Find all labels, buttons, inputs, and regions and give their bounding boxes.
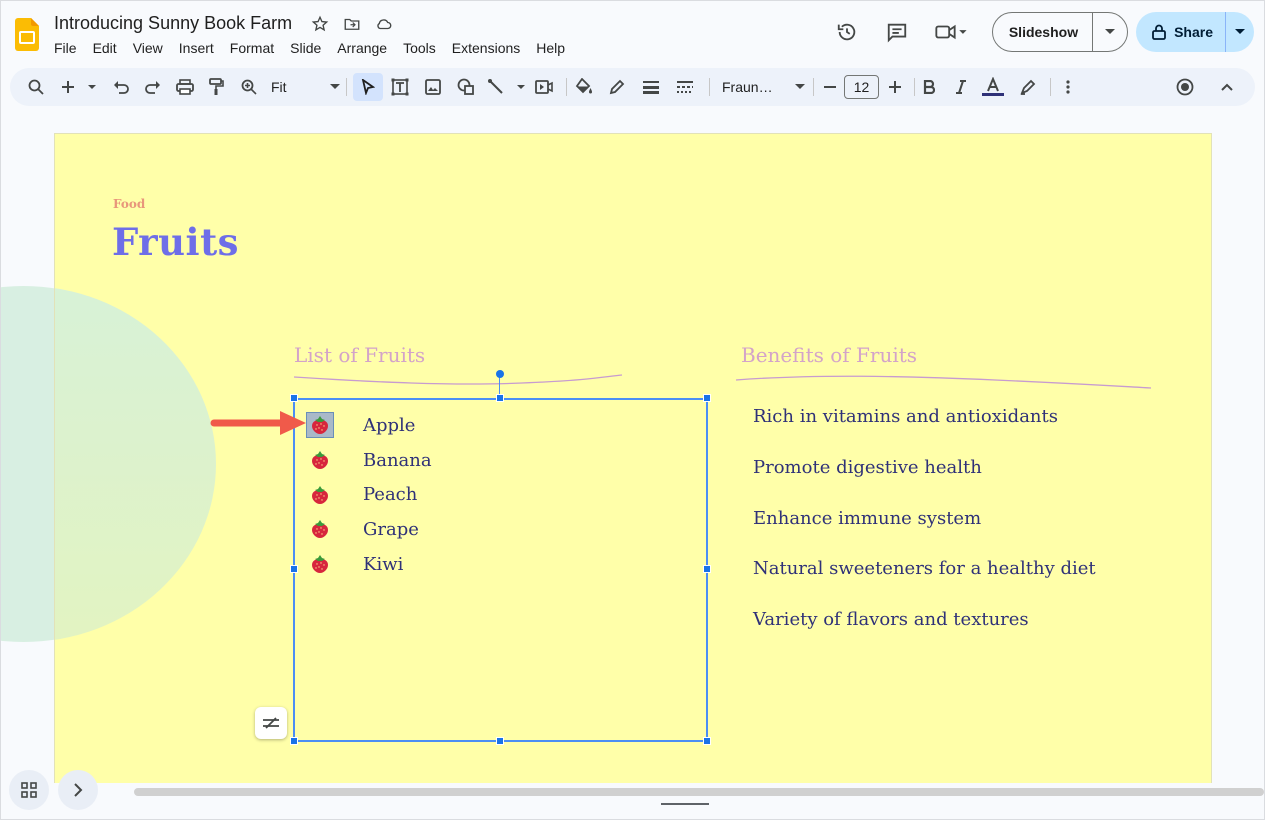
menu-insert[interactable]: Insert: [179, 40, 214, 56]
collapse-toolbar-icon[interactable]: [1214, 73, 1240, 101]
slide-title[interactable]: Fruits: [112, 220, 239, 264]
expand-filmstrip-icon[interactable]: [58, 770, 98, 810]
border-dash-icon[interactable]: [672, 73, 698, 101]
benefit-item[interactable]: Enhance immune system: [753, 508, 1096, 559]
meet-icon[interactable]: [928, 12, 974, 52]
resize-handle-se[interactable]: [703, 737, 711, 745]
resize-handle-w[interactable]: [290, 565, 298, 573]
menu-help[interactable]: Help: [536, 40, 565, 56]
comments-icon[interactable]: [878, 12, 916, 52]
annotation-arrow-icon: [210, 411, 306, 435]
slideshow-button[interactable]: Slideshow: [993, 13, 1094, 51]
benefits-list[interactable]: Rich in vitamins and antioxidants Promot…: [753, 406, 1096, 660]
text-box-icon[interactable]: [387, 73, 413, 101]
speaker-notes-toggle-icon[interactable]: [255, 707, 287, 739]
slide[interactable]: Food Fruits List of Fruits Benefits of F…: [54, 133, 1212, 783]
line-icon[interactable]: [485, 73, 527, 101]
list-heading-underline: [293, 374, 623, 385]
image-icon[interactable]: [420, 73, 446, 101]
menu-extensions[interactable]: Extensions: [452, 40, 520, 56]
version-history-icon[interactable]: [828, 12, 866, 52]
font-family-select[interactable]: Fraun…: [717, 73, 805, 101]
cloud-saved-icon[interactable]: [373, 13, 395, 35]
menu-format[interactable]: Format: [230, 40, 274, 56]
slide-canvas[interactable]: Food Fruits List of Fruits Benefits of F…: [1, 113, 1264, 783]
border-color-icon[interactable]: [604, 73, 630, 101]
font-family-value: Fraun…: [722, 79, 773, 95]
benefits-heading[interactable]: Benefits of Fruits: [741, 343, 917, 367]
move-folder-icon[interactable]: [341, 13, 363, 35]
menu-file[interactable]: File: [54, 40, 77, 56]
resize-handle-n[interactable]: [496, 394, 504, 402]
grid-view-icon[interactable]: [9, 770, 49, 810]
document-title[interactable]: Introducing Sunny Book Farm: [54, 13, 292, 34]
menu-view[interactable]: View: [133, 40, 163, 56]
border-weight-icon[interactable]: [638, 73, 664, 101]
resize-handle-e[interactable]: [703, 565, 711, 573]
lock-icon: [1152, 24, 1166, 40]
benefit-item[interactable]: Promote digestive health: [753, 457, 1096, 508]
notes-drag-handle[interactable]: [661, 803, 709, 805]
menu-tools[interactable]: Tools: [403, 40, 436, 56]
resize-handle-s[interactable]: [496, 737, 504, 745]
select-icon[interactable]: [353, 73, 383, 101]
paint-format-icon[interactable]: [203, 73, 229, 101]
video-icon[interactable]: [531, 73, 557, 101]
shape-icon[interactable]: [453, 73, 479, 101]
fill-color-icon[interactable]: [571, 73, 597, 101]
star-icon[interactable]: [309, 13, 331, 35]
resize-handle-nw[interactable]: [290, 394, 298, 402]
increase-font-size-icon[interactable]: [883, 73, 907, 101]
slide-kicker[interactable]: Food: [113, 197, 145, 211]
zoom-select[interactable]: Fit: [268, 73, 340, 101]
new-slide-icon[interactable]: [57, 73, 99, 101]
menu-arrange[interactable]: Arrange: [337, 40, 387, 56]
record-icon[interactable]: [1172, 73, 1198, 101]
rotate-handle[interactable]: [496, 370, 504, 378]
decorative-circle[interactable]: [55, 286, 216, 642]
slides-logo-icon[interactable]: [15, 18, 39, 51]
chevron-down-icon: [795, 84, 805, 89]
menu-slide[interactable]: Slide: [290, 40, 321, 56]
undo-icon[interactable]: [108, 73, 134, 101]
decrease-font-size-icon[interactable]: [818, 73, 842, 101]
toolbar: Fit Fraun… 12: [10, 68, 1255, 106]
benefit-item[interactable]: Variety of flavors and textures: [753, 609, 1096, 660]
highlight-icon[interactable]: [1015, 73, 1041, 101]
zoom-icon[interactable]: [236, 73, 262, 101]
menu-edit[interactable]: Edit: [93, 40, 117, 56]
list-heading[interactable]: List of Fruits: [294, 343, 425, 367]
horizontal-scrollbar[interactable]: [134, 788, 1264, 796]
benefit-item[interactable]: Rich in vitamins and antioxidants: [753, 406, 1096, 457]
slideshow-dropdown-icon[interactable]: [1093, 13, 1127, 51]
zoom-value: Fit: [271, 79, 287, 95]
print-icon[interactable]: [172, 73, 198, 101]
benefits-heading-underline: [735, 375, 1152, 389]
redo-icon[interactable]: [140, 73, 166, 101]
resize-handle-sw[interactable]: [290, 737, 298, 745]
resize-handle-ne[interactable]: [703, 394, 711, 402]
bold-icon[interactable]: [916, 73, 942, 101]
selected-text-box[interactable]: [293, 398, 708, 742]
more-icon[interactable]: [1056, 73, 1080, 101]
italic-icon[interactable]: [948, 73, 974, 101]
benefit-item[interactable]: Natural sweeteners for a healthy diet: [753, 558, 1096, 609]
share-button[interactable]: Share: [1136, 12, 1226, 52]
font-size-input[interactable]: 12: [844, 75, 879, 99]
chevron-down-icon: [330, 84, 340, 89]
search-icon[interactable]: [23, 73, 49, 101]
share-label: Share: [1174, 24, 1213, 40]
share-dropdown-icon[interactable]: [1226, 12, 1254, 52]
text-color-icon[interactable]: [980, 73, 1006, 101]
